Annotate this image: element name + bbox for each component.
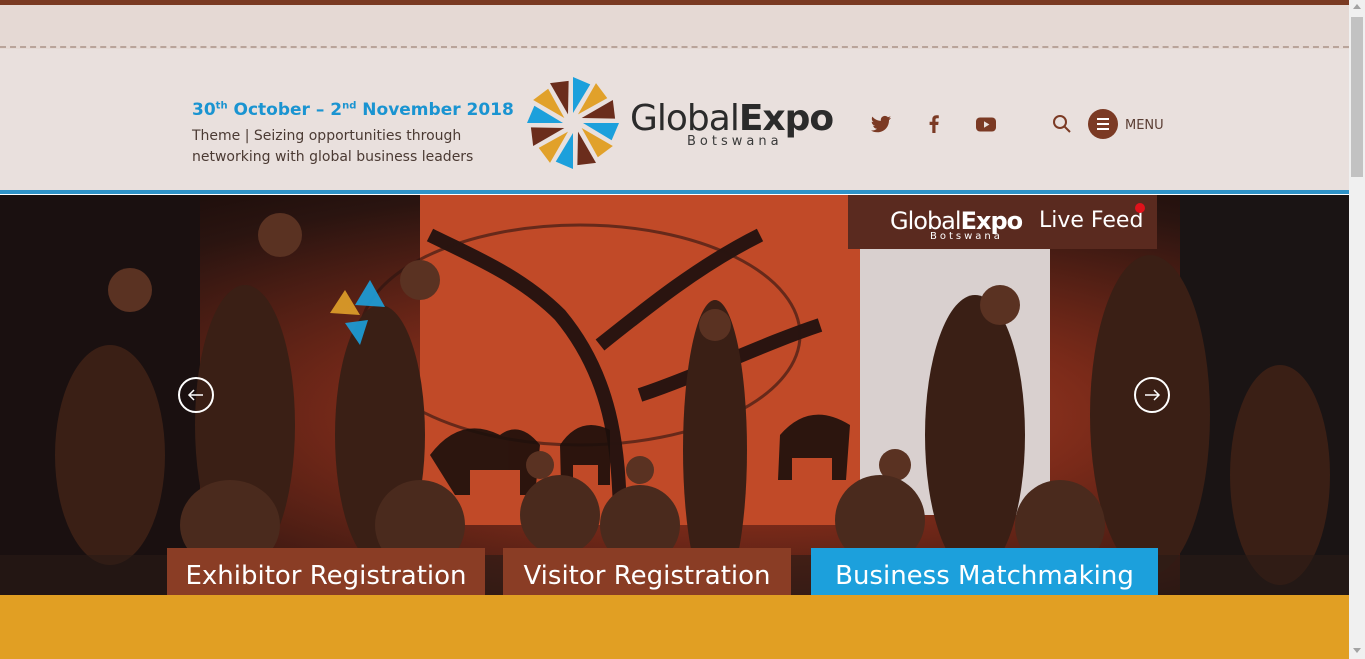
logo-text-bold: Expo [738, 98, 834, 139]
event-dates: 30th October – 2nd November 2018 [192, 100, 514, 120]
twitter-icon[interactable] [869, 112, 893, 136]
end-day-suffix: nd [342, 100, 357, 112]
event-theme: Theme | Seizing opportunities through ne… [192, 128, 474, 165]
menu-label[interactable]: MENU [1125, 118, 1164, 133]
scroll-up-icon[interactable] [1353, 4, 1361, 9]
visitor-registration-button[interactable]: Visitor Registration [503, 548, 791, 595]
facebook-icon[interactable] [922, 112, 946, 136]
hamburger-icon [1097, 118, 1109, 130]
start-day: 30 [192, 100, 216, 120]
start-month: October – 2 [227, 100, 343, 120]
arrow-right-icon [1145, 389, 1161, 401]
pinwheel-logo-icon [527, 77, 619, 169]
stitched-band [0, 5, 1349, 49]
vertical-scrollbar[interactable] [1349, 0, 1365, 659]
end-month-year: November 2018 [356, 100, 514, 120]
logo-text-light: Global [630, 98, 740, 139]
stitch-line [0, 46, 1349, 48]
scrollbar-thumb[interactable] [1351, 17, 1363, 177]
arrow-left-icon [187, 389, 203, 401]
live-feed-label: Live Feed [1039, 208, 1144, 233]
live-feed-button[interactable]: GlobalExpo Botswana Live Feed [848, 195, 1157, 249]
logo-subtitle: Botswana [687, 134, 783, 149]
menu-button[interactable] [1088, 109, 1118, 139]
gold-section [0, 595, 1349, 659]
start-day-suffix: th [215, 100, 228, 112]
live-feed-logo-subtitle: Botswana [930, 231, 1003, 242]
logo-text: GlobalExpo [630, 98, 834, 139]
business-matchmaking-button[interactable]: Business Matchmaking [811, 548, 1158, 595]
slider-next-button[interactable] [1134, 377, 1170, 413]
search-icon[interactable] [1050, 112, 1074, 136]
page: 30th October – 2nd November 2018 Theme |… [0, 0, 1349, 659]
global-expo-logo[interactable]: GlobalExpo Botswana [525, 75, 834, 170]
slider-prev-button[interactable] [178, 377, 214, 413]
youtube-icon[interactable] [974, 112, 998, 136]
live-indicator-dot [1135, 203, 1145, 213]
scroll-down-icon[interactable] [1353, 648, 1361, 653]
exhibitor-registration-button[interactable]: Exhibitor Registration [167, 548, 485, 595]
